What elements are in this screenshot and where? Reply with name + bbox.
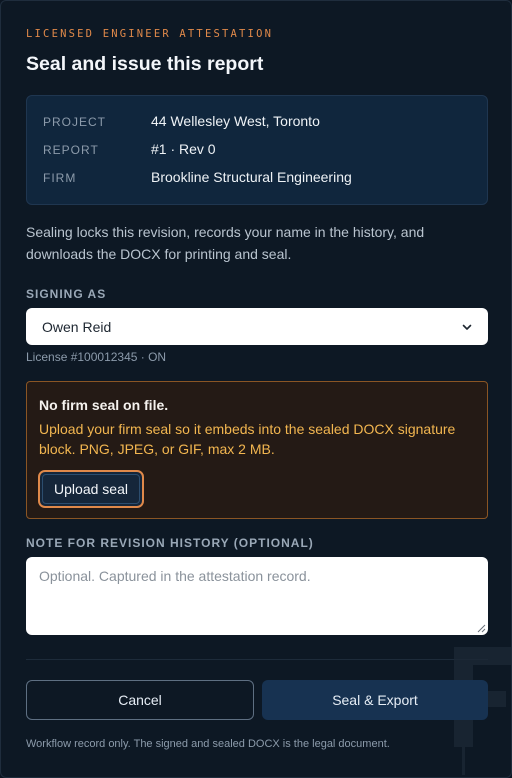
legal-footer-note: Workflow record only. The signed and sea… [26,738,390,750]
upload-seal-button[interactable]: Upload seal [38,470,144,508]
signer-selected-value: Owen Reid [42,318,112,335]
note-placeholder: Optional. Captured in the attestation re… [39,568,311,584]
dialog-eyebrow: LICENSED ENGINEER ATTESTATION [26,28,274,40]
chevron-down-icon [462,324,472,330]
summary-key: REPORT [43,143,99,157]
seal-export-label: Seal & Export [332,692,418,708]
footer-divider [26,659,488,660]
background-shape [462,747,465,775]
seal-description: Sealing locks this revision, records you… [26,224,425,262]
summary-key: PROJECT [43,115,107,129]
revision-note-textarea[interactable]: Optional. Captured in the attestation re… [26,557,488,635]
cancel-button[interactable]: Cancel [26,680,254,720]
report-summary-card: PROJECT 44 Wellesley West, Toronto REPOR… [26,95,488,205]
note-label: NOTE FOR REVISION HISTORY (OPTIONAL) [26,536,314,550]
cancel-label: Cancel [118,692,162,708]
resize-grip-icon[interactable] [477,624,486,633]
dialog-title: Seal and issue this report [26,53,264,75]
missing-seal-warning: No firm seal on file. Upload your firm s… [26,381,488,519]
summary-value: #1 · Rev 0 [151,141,216,157]
signing-as-label: SIGNING AS [26,287,107,301]
summary-key: FIRM [43,171,77,185]
seal-dialog: LICENSED ENGINEER ATTESTATION Seal and i… [0,0,512,778]
seal-export-button[interactable]: Seal & Export [262,680,488,720]
license-number: License #100012345 · ON [26,350,167,364]
summary-value: 44 Wellesley West, Toronto [151,113,320,129]
summary-value: Brookline Structural Engineering [151,169,352,185]
upload-seal-label: Upload seal [54,481,128,497]
warning-body: Upload your firm seal so it embeds into … [39,421,456,457]
background-shape [454,647,511,665]
warning-title: No firm seal on file. [39,397,169,413]
signer-select[interactable]: Owen Reid [26,308,488,345]
